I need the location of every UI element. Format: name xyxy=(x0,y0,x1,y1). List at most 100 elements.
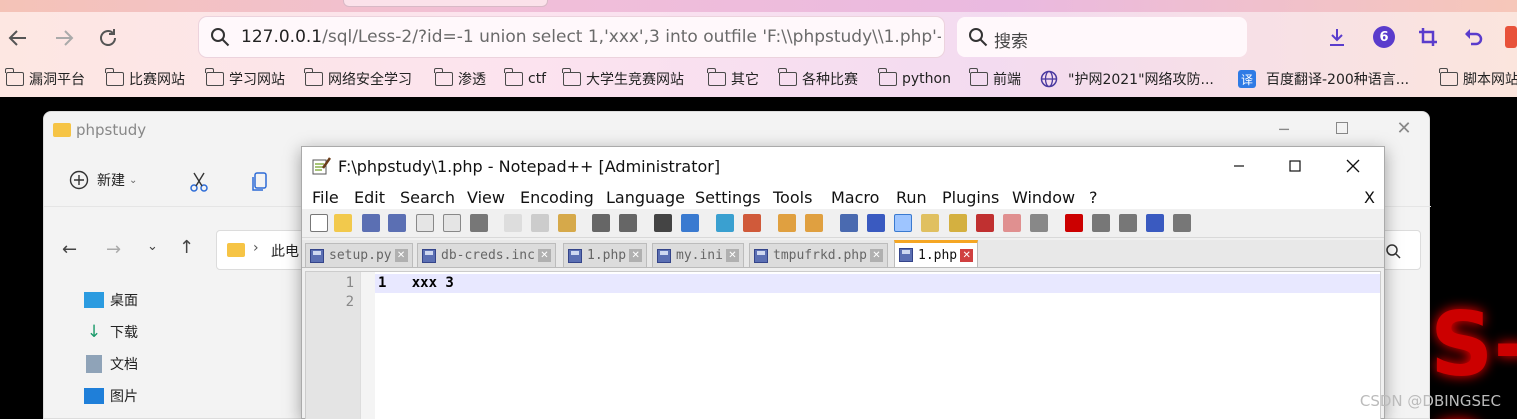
tab-close-icon[interactable]: ✕ xyxy=(725,249,739,262)
maximize-button[interactable] xyxy=(1336,122,1348,134)
bookmark-item[interactable]: 各种比赛 xyxy=(778,68,858,90)
bookmark-item[interactable]: 网络安全学习 xyxy=(304,68,412,90)
play-macro-icon[interactable] xyxy=(1119,214,1137,232)
extension-badge-button[interactable]: 6 xyxy=(1372,25,1396,49)
stop-macro-icon[interactable] xyxy=(1092,214,1110,232)
save-icon[interactable] xyxy=(362,214,380,232)
language-icon[interactable] xyxy=(921,214,939,232)
bookmark-item[interactable]: 漏洞平台 xyxy=(5,68,85,90)
bookmark-item[interactable]: 译百度翻译-200种语言... xyxy=(1238,68,1409,90)
menu-window[interactable]: Window xyxy=(1012,188,1075,207)
menu-language[interactable]: Language xyxy=(606,188,685,207)
run-macro-multiple-icon[interactable] xyxy=(1146,214,1164,232)
minimize-button[interactable] xyxy=(1216,153,1262,179)
forward-arrow-icon[interactable]: → xyxy=(106,239,121,260)
file-tab[interactable]: db-creds.inc ✕ xyxy=(417,243,556,267)
back-button[interactable] xyxy=(4,24,32,52)
menu-tools[interactable]: Tools xyxy=(773,188,812,207)
copy-icon[interactable] xyxy=(250,171,268,193)
close-file-icon[interactable] xyxy=(416,214,434,232)
cut-icon[interactable] xyxy=(189,171,209,193)
monitoring-icon[interactable] xyxy=(1030,214,1048,232)
bookmark-item[interactable]: 前端 xyxy=(969,68,1021,90)
indent-guide-icon[interactable] xyxy=(894,214,912,232)
maximize-button[interactable] xyxy=(1272,153,1318,179)
save-all-icon[interactable] xyxy=(388,214,406,232)
sync-vertical-icon[interactable] xyxy=(778,214,796,232)
undo-button[interactable] xyxy=(1461,25,1485,49)
back-arrow-icon[interactable]: ← xyxy=(62,239,77,260)
menu-view[interactable]: View xyxy=(467,188,505,207)
browser-tab[interactable] xyxy=(343,0,548,7)
menu-run[interactable]: Run xyxy=(896,188,927,207)
tab-close-icon[interactable]: ✕ xyxy=(869,249,883,262)
search-box[interactable]: 搜索 xyxy=(957,17,1247,57)
bookmark-item[interactable]: 其它 xyxy=(707,68,759,90)
menu-macro[interactable]: Macro xyxy=(831,188,879,207)
sidebar-item-documents[interactable]: 文档 xyxy=(84,351,138,377)
tab-close-icon[interactable]: ✕ xyxy=(629,249,643,262)
reload-button[interactable] xyxy=(94,24,122,52)
record-macro-icon[interactable] xyxy=(1065,214,1083,232)
crop-button[interactable] xyxy=(1416,25,1440,49)
function-list-icon[interactable] xyxy=(976,214,994,232)
folder-workspace-icon[interactable] xyxy=(1003,214,1021,232)
address-bar[interactable]: 127.0.0.1/sql/Less-2/?id=-1 union select… xyxy=(199,17,944,57)
bookmark-item[interactable]: python xyxy=(878,68,951,90)
menu-encoding[interactable]: Encoding xyxy=(520,188,594,207)
close-button[interactable] xyxy=(1330,153,1376,179)
editor-area[interactable]: 1 2 1 xxx 3 xyxy=(305,271,1381,419)
cut-icon[interactable] xyxy=(504,214,522,232)
sidebar-item-pictures[interactable]: 图片 xyxy=(84,383,138,409)
undo-icon[interactable] xyxy=(592,214,610,232)
menu-file[interactable]: File xyxy=(312,188,339,207)
tab-close-icon[interactable]: ✕ xyxy=(960,248,974,262)
bookmark-item[interactable]: "护网2021"网络攻防... xyxy=(1040,68,1214,90)
menu-plugins[interactable]: Plugins xyxy=(942,188,999,207)
file-tab[interactable]: 1.php ✕ xyxy=(563,243,648,267)
redo-icon[interactable] xyxy=(619,214,637,232)
zoom-in-icon[interactable] xyxy=(716,214,734,232)
new-button[interactable]: 新建 ⌄ xyxy=(69,170,137,190)
recent-chevron-icon[interactable]: ⌄ xyxy=(147,239,158,254)
download-button[interactable] xyxy=(1325,25,1349,49)
bookmark-item[interactable]: 脚本网站 xyxy=(1439,68,1517,90)
file-tab[interactable]: my.ini ✕ xyxy=(652,243,744,267)
bookmark-item[interactable]: 大学生竞赛网站 xyxy=(562,68,684,90)
copy-icon[interactable] xyxy=(531,214,549,232)
bookmark-item[interactable]: 学习网站 xyxy=(205,68,285,90)
menu-edit[interactable]: Edit xyxy=(354,188,385,207)
new-file-icon[interactable] xyxy=(310,214,328,232)
sidebar-item-downloads[interactable]: ↓ 下载 xyxy=(84,319,138,345)
search-icon[interactable] xyxy=(1385,243,1401,259)
replace-icon[interactable] xyxy=(681,214,699,232)
open-file-icon[interactable] xyxy=(334,214,352,232)
menu-help[interactable]: ? xyxy=(1089,188,1098,207)
bookmark-item[interactable]: 比赛网站 xyxy=(105,68,185,90)
bookmark-item[interactable]: 渗透 xyxy=(434,68,486,90)
word-wrap-icon[interactable] xyxy=(840,214,858,232)
print-icon[interactable] xyxy=(470,214,488,232)
file-tab[interactable]: tmpufrkd.php ✕ xyxy=(749,243,888,267)
tab-close-icon[interactable]: ✕ xyxy=(537,249,551,262)
close-button[interactable]: ✕ xyxy=(1394,118,1414,139)
bookmark-item[interactable]: ctf xyxy=(504,68,546,90)
menu-settings[interactable]: Settings xyxy=(695,188,761,207)
extension-button[interactable] xyxy=(1505,25,1517,49)
save-macro-icon[interactable] xyxy=(1173,214,1191,232)
paste-icon[interactable] xyxy=(558,214,576,232)
sidebar-item-desktop[interactable]: 桌面 xyxy=(84,287,138,313)
sync-horizontal-icon[interactable] xyxy=(805,214,823,232)
menu-close-doc[interactable]: X xyxy=(1364,188,1375,207)
zoom-out-icon[interactable] xyxy=(743,214,761,232)
forward-button[interactable] xyxy=(50,24,78,52)
doc-map-icon[interactable] xyxy=(949,214,967,232)
find-icon[interactable] xyxy=(654,214,672,232)
file-tab[interactable]: setup.py ✕ xyxy=(305,243,413,267)
tab-close-icon[interactable]: ✕ xyxy=(394,249,408,262)
up-arrow-icon[interactable]: ↑ xyxy=(179,237,194,258)
minimize-button[interactable]: ─ xyxy=(1274,120,1294,140)
file-tab-active[interactable]: 1.php ✕ xyxy=(894,240,979,267)
menu-search[interactable]: Search xyxy=(400,188,455,207)
show-all-chars-icon[interactable] xyxy=(867,214,885,232)
